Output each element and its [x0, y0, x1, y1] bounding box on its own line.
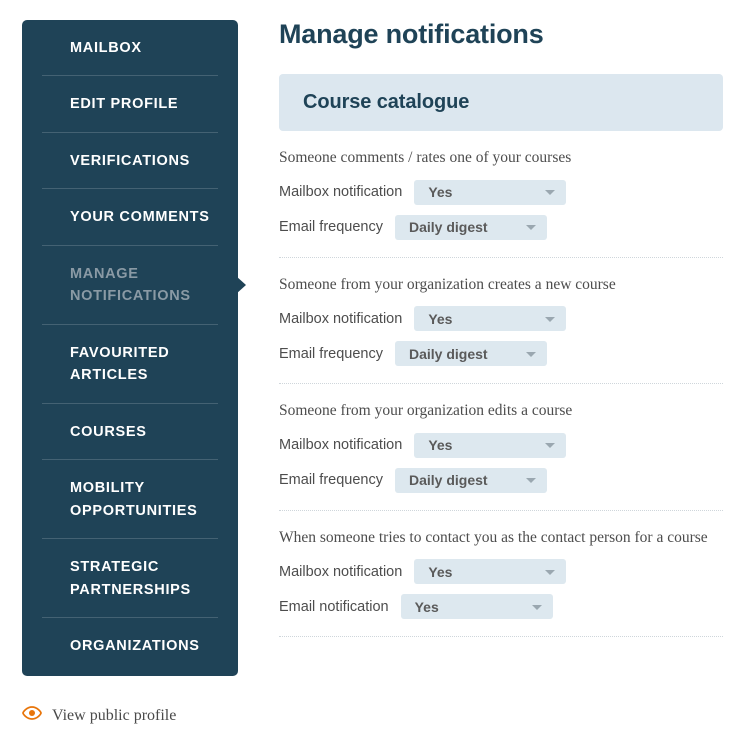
field-row: Email frequency Daily digest — [279, 341, 723, 367]
sidebar-item-organizations[interactable]: Organizations — [42, 618, 218, 673]
field-row: Mailbox notification Yes — [279, 179, 723, 205]
sidebar-item-favourited-articles[interactable]: Favourited articles — [42, 325, 218, 404]
field-label: Mailbox notification — [279, 184, 403, 201]
notification-group-title: Someone comments / rates one of your cou… — [279, 149, 572, 167]
sidebar-item-edit-profile[interactable]: Edit profile — [42, 76, 218, 133]
field-row: Mailbox notification Yes — [279, 559, 723, 585]
sidebar-item-label: Manage notifications — [70, 265, 191, 305]
field-label: Email notification — [279, 598, 389, 615]
notification-groups: Someone comments / rates one of your cou… — [279, 131, 723, 638]
sidebar-item-courses[interactable]: Courses — [42, 404, 218, 461]
notification-group: Someone from your organization edits a c… — [279, 384, 723, 511]
sidebar-item-strategic-partnerships[interactable]: Strategic partnerships — [42, 539, 218, 619]
notification-group-title: Someone from your organization creates a… — [279, 275, 616, 293]
sidebar-item-label: Courses — [70, 423, 147, 440]
section-banner-label: Course catalogue — [303, 91, 470, 114]
dropdown-email-frequency[interactable]: Daily digest — [394, 214, 547, 240]
dropdown-value: Daily digest — [408, 345, 488, 362]
view-public-profile-link[interactable]: View public profile — [22, 706, 176, 725]
dropdown-value: Yes — [428, 437, 453, 454]
main-content: Manage notifications Course catalogue So… — [279, 0, 723, 638]
chevron-down-icon — [531, 604, 542, 610]
sidebar-item-manage-notifications: Manage notifications — [42, 246, 246, 325]
dropdown-value: Yes — [428, 563, 453, 580]
field-label: Mailbox notification — [279, 437, 403, 454]
field-row: Mailbox notification Yes — [279, 432, 723, 458]
field-label: Email frequency — [279, 345, 383, 362]
field-row: Email frequency Daily digest — [279, 214, 723, 240]
chevron-down-icon — [545, 316, 556, 322]
sidebar-item-label: Verifications — [70, 152, 191, 169]
chevron-down-icon — [545, 569, 556, 575]
dropdown-value: Yes — [428, 184, 453, 201]
field-row: Mailbox notification Yes — [279, 306, 723, 332]
notification-group: Someone comments / rates one of your cou… — [279, 131, 723, 258]
dropdown-value: Yes — [428, 310, 453, 327]
sidebar-item-mailbox[interactable]: Mailbox — [42, 20, 218, 77]
dropdown-email-notification[interactable]: Yes — [400, 594, 553, 620]
active-item-arrow-icon — [236, 275, 246, 294]
sidebar-item-label: Your comments — [70, 209, 210, 226]
sidebar-navigation: Mailbox Edit profile Verifications Your com… — [22, 20, 246, 676]
manage-notifications-page: Mailbox Edit profile Verifications Your com… — [0, 0, 748, 739]
eye-icon — [22, 706, 42, 725]
sidebar-item-label: Strategic partnerships — [70, 559, 191, 598]
field-label: Email frequency — [279, 219, 383, 236]
sidebar-item-verifications[interactable]: Verifications — [42, 133, 218, 190]
dropdown-value: Daily digest — [408, 472, 488, 489]
chevron-down-icon — [545, 190, 556, 196]
field-label: Mailbox notification — [279, 310, 403, 327]
field-row: Email notification Yes — [279, 594, 723, 620]
sidebar-item-mobility-opportunities[interactable]: Mobility opportunities — [42, 460, 218, 540]
sidebar-item-your-comments[interactable]: Your comments — [42, 189, 218, 246]
dropdown-value: Daily digest — [408, 219, 488, 236]
dropdown-value: Yes — [414, 598, 439, 615]
sidebar-item-label: Favourited articles — [70, 344, 170, 384]
notification-group-title: When someone tries to contact you as the… — [279, 528, 708, 546]
sidebar-item-label: Edit profile — [70, 96, 179, 113]
notification-group-title: Someone from your organization edits a c… — [279, 402, 573, 420]
field-row: Email frequency Daily digest — [279, 467, 723, 493]
dropdown-mailbox-notification[interactable]: Yes — [414, 559, 567, 585]
dropdown-mailbox-notification[interactable]: Yes — [414, 306, 567, 332]
notification-group: Someone from your organization creates a… — [279, 258, 723, 385]
dropdown-mailbox-notification[interactable]: Yes — [414, 432, 567, 458]
page-title: Manage notifications — [279, 19, 544, 49]
view-public-profile-label: View public profile — [52, 706, 177, 724]
dropdown-mailbox-notification[interactable]: Yes — [414, 179, 567, 205]
sidebar-item-label: Mailbox — [70, 40, 142, 56]
notification-group: When someone tries to contact you as the… — [279, 511, 723, 638]
chevron-down-icon — [545, 443, 556, 449]
chevron-down-icon — [525, 478, 536, 484]
section-banner: Course catalogue — [279, 74, 723, 132]
field-label: Mailbox notification — [279, 563, 403, 580]
chevron-down-icon — [525, 351, 536, 357]
dropdown-email-frequency[interactable]: Daily digest — [394, 467, 547, 493]
chevron-down-icon — [525, 225, 536, 231]
dropdown-email-frequency[interactable]: Daily digest — [394, 341, 547, 367]
sidebar-item-label: Mobility opportunities — [70, 480, 198, 519]
section-divider — [279, 636, 723, 638]
sidebar-item-label: Organizations — [70, 638, 200, 655]
field-label: Email frequency — [279, 472, 383, 489]
